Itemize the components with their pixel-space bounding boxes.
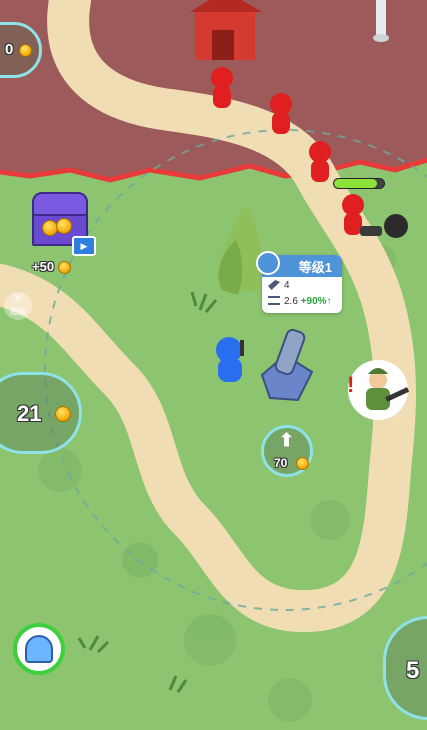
build-spot-left[interactable]: 21 bbox=[0, 372, 82, 454]
damage-row: 4 bbox=[262, 277, 342, 293]
upgrade-arrow-icon: ⬆ bbox=[279, 430, 295, 450]
base-button[interactable] bbox=[13, 623, 65, 675]
coin-icon bbox=[19, 44, 32, 57]
game-map bbox=[0, 0, 427, 730]
game-viewport: 0 ▶ +50 ⛨ 隐私 21 等级1 4 2.6 +90% ↑ ! ⬆ 70 … bbox=[0, 0, 427, 730]
privacy-button[interactable]: ⛨ 隐私 bbox=[4, 292, 32, 320]
enemy-health-bar bbox=[333, 178, 385, 189]
privacy-label: 隐私 bbox=[10, 307, 26, 316]
build-cost-value: 21 bbox=[17, 401, 42, 426]
speed-value: 2.6 bbox=[284, 295, 298, 307]
chest-reward-text: +50 bbox=[32, 259, 71, 275]
tower-info-tooltip: 等级1 4 2.6 +90% ↑ bbox=[256, 251, 342, 313]
coin-balance-value: 0 bbox=[5, 41, 14, 58]
speed-bonus-value: +90% bbox=[300, 295, 327, 307]
coin-icon bbox=[57, 261, 71, 275]
sword-icon bbox=[268, 280, 280, 290]
build-cost-value: 5 bbox=[406, 657, 420, 684]
shield-icon: ⛨ bbox=[13, 293, 23, 305]
tower-level-text: 等级1 bbox=[298, 259, 332, 275]
enemy-barn bbox=[190, 0, 262, 60]
tower-level-header: 等级1 bbox=[256, 251, 342, 277]
upgrade-button[interactable]: ⬆ 70 bbox=[261, 425, 313, 477]
chest-reward-value: +50 bbox=[32, 259, 55, 274]
treasure-chest-button[interactable]: ▶ bbox=[20, 192, 96, 256]
up-arrow-icon: ↑ bbox=[326, 295, 332, 307]
alert-icon: ! bbox=[347, 372, 355, 397]
coin-icon bbox=[55, 406, 71, 422]
upgrade-cost-value: 70 bbox=[274, 456, 288, 470]
level-badge-icon bbox=[256, 251, 280, 275]
enemy-health-fill bbox=[334, 179, 377, 188]
damage-value: 4 bbox=[284, 279, 290, 291]
coin-icon bbox=[296, 457, 309, 470]
speed-row: 2.6 +90% ↑ bbox=[262, 293, 342, 309]
video-icon: ▶ bbox=[72, 236, 96, 256]
base-tent-icon bbox=[25, 635, 53, 663]
speed-icon bbox=[268, 296, 280, 305]
